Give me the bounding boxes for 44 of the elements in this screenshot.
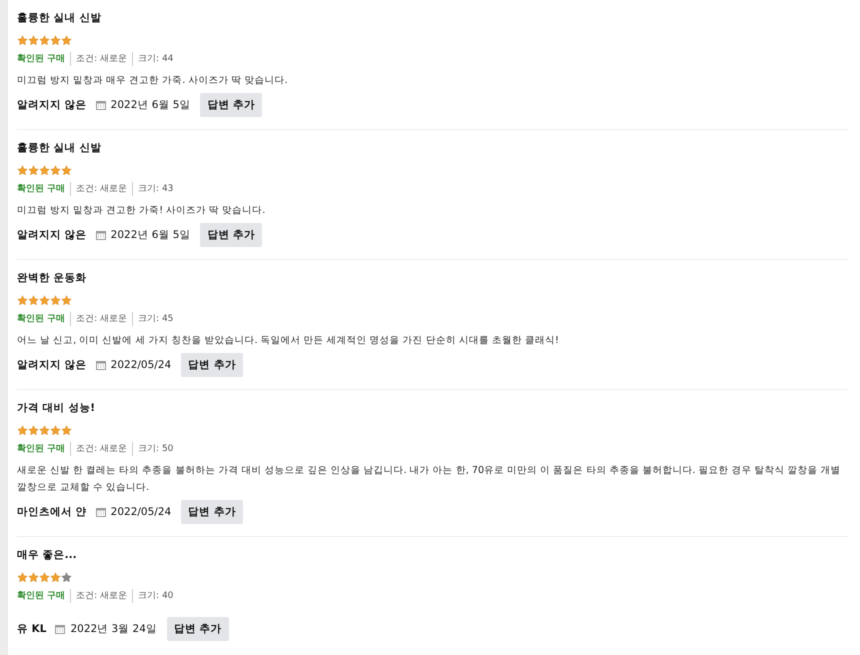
verified-purchase-label: 확인된 구매 — [17, 53, 66, 66]
review-title: 완벽한 운동화 — [17, 271, 87, 285]
review-author: 알려지지 않은 — [17, 98, 87, 112]
verified-purchase-label: 확인된 구매 — [17, 183, 66, 196]
size-label: 크기: 45 — [132, 312, 178, 326]
condition-label: 조건: 새로운 — [70, 442, 132, 456]
size-label: 크기: 40 — [132, 589, 178, 603]
add-reply-button[interactable]: 답변 추가 — [181, 353, 243, 377]
add-reply-button[interactable]: 답변 추가 — [166, 617, 229, 641]
condition-label: 조건: 새로운 — [70, 182, 132, 196]
review-text: 미끄럼 방지 밑창과 견고한 가죽! 사이즈가 딱 맞습니다. — [17, 204, 266, 218]
review-date: 2022년 6월 5일 — [110, 98, 190, 112]
review-date: 2022/05/24 — [110, 506, 172, 518]
review-title: 매우 좋은... — [17, 548, 77, 562]
review-date: 2022년 6월 5일 — [110, 228, 190, 242]
calendar-icon — [55, 624, 66, 634]
review-author: 알려지지 않은 — [17, 358, 87, 372]
size-label: 크기: 44 — [132, 52, 178, 66]
add-reply-button[interactable]: 답변 추가 — [181, 500, 243, 524]
review-author: 유 KL — [17, 622, 46, 636]
review-text: 미끄럼 방지 밑창과 매우 견고한 가죽. 사이즈가 딱 맞습니다. — [17, 74, 288, 88]
size-label: 크기: 50 — [132, 442, 178, 456]
verified-purchase-label: 확인된 구매 — [17, 443, 66, 456]
add-reply-button[interactable]: 답변 추가 — [200, 223, 262, 247]
review-date: 2022년 3월 24일 — [70, 622, 157, 636]
review-title: 훌륭한 실내 신발 — [17, 11, 102, 25]
condition-label: 조건: 새로운 — [70, 52, 132, 66]
condition-label: 조건: 새로운 — [70, 589, 132, 603]
verified-purchase-label: 확인된 구매 — [17, 313, 66, 326]
review-title: 훌륭한 실내 신발 — [17, 141, 102, 155]
calendar-icon — [96, 100, 106, 110]
condition-label: 조건: 새로운 — [70, 312, 132, 326]
review-author: 알려지지 않은 — [17, 228, 87, 242]
review-text: 어느 날 신고, 이미 신발에 세 가지 칭찬을 받았습니다. 독일에서 만든 세계적인 명성을 가진 단순히 시대를 초월한 클래식! — [17, 334, 560, 348]
review-date: 2022/05/24 — [110, 359, 172, 371]
review-author: 마인츠에서 얀 — [17, 505, 87, 519]
add-reply-button[interactable]: 답변 추가 — [200, 93, 262, 117]
calendar-icon — [96, 360, 106, 370]
review-title: 가격 대비 성능! — [17, 401, 96, 415]
review-text: 새로운 신발 한 켤레는 타의 추종을 불허하는 가격 대비 성능으로 깊은 인상을 남깁니다. 내가 아는 한, 70유로 미만의 이 품질은 타의 추종을 불허합니다. 필요한 경우 탈착식 깔창을 개별 깔창으로 교체할 수 있습니다. — [17, 464, 842, 495]
size-label: 크기: 43 — [132, 182, 178, 196]
calendar-icon — [96, 507, 106, 517]
verified-purchase-label: 확인된 구매 — [17, 590, 66, 603]
calendar-icon — [96, 230, 106, 240]
